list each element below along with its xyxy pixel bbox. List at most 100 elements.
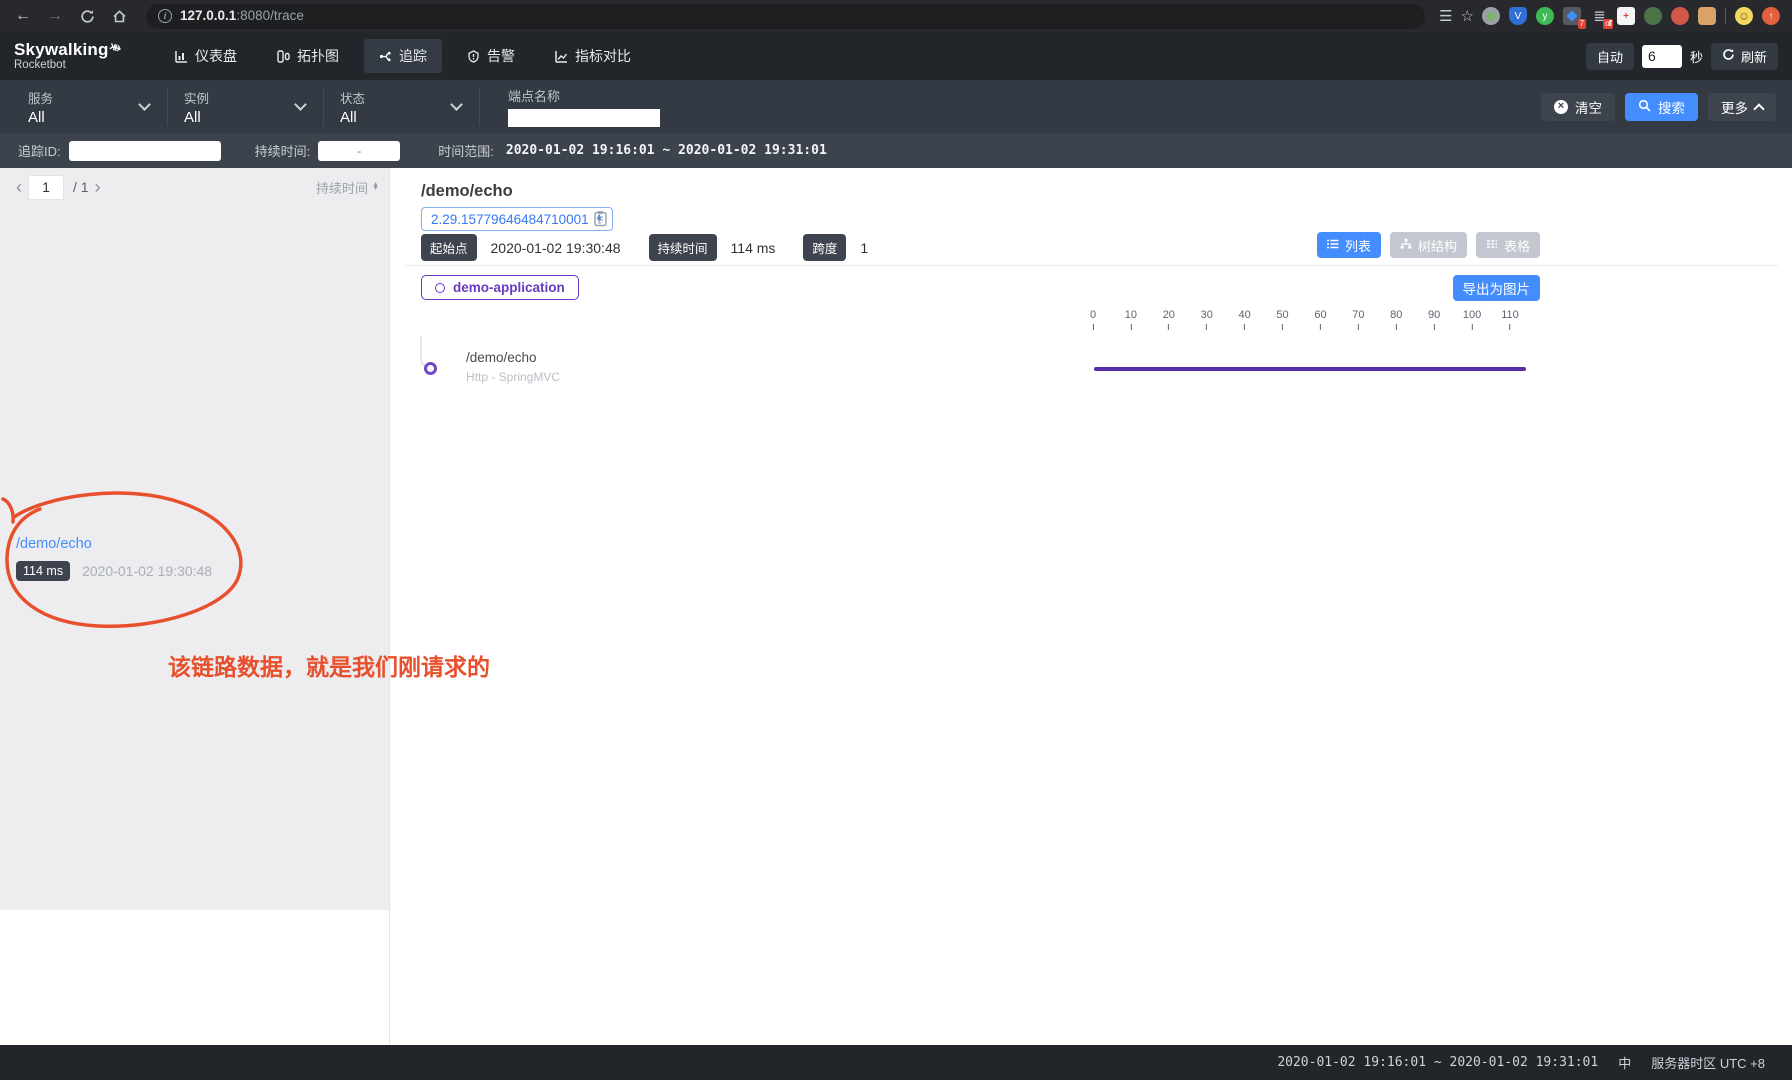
prev-page-icon[interactable]: ‹ [10,177,28,198]
extension-icon-2[interactable]: y [1536,7,1554,25]
nav-label: 拓扑图 [297,46,339,66]
start-badge: 起始点 [421,234,477,261]
trace-id-select[interactable]: 2.29.15779646484710001 ▲▼ [421,207,613,231]
extension-icon-8[interactable] [1698,7,1716,25]
spans-badge: 跨度 [803,234,846,261]
filter-actions: × 清空 搜索 更多 [1541,93,1776,121]
service-ring-icon [435,283,445,293]
language-toggle[interactable]: 中 [1618,1053,1631,1072]
nav-item-alarm[interactable]: 告警 [452,39,530,73]
axis-tick: 50 [1276,309,1288,330]
extension-icon-7[interactable] [1671,7,1689,25]
view-tree-button[interactable]: 树结构 [1390,232,1467,258]
span-name[interactable]: /demo/echo [466,350,537,365]
trace-icon [379,50,392,63]
copy-trace-id-icon[interactable] [593,210,608,232]
reader-mode-icon[interactable]: ☰ [1439,7,1451,25]
chevron-down-icon [138,98,151,111]
endpoint-label: 端点名称 [508,86,660,105]
server-timezone[interactable]: 服务器时区 UTC +8 [1651,1053,1765,1072]
span-bar-track [1094,367,1511,371]
address-bar[interactable]: i 127.0.0.1:8080/trace [146,4,1425,29]
view-table-button[interactable]: 表格 [1476,232,1540,258]
trace-detail-panel: /demo/echo 2.29.15779646484710001 ▲▼ 起始点… [390,168,1792,1045]
nav-label: 指标对比 [575,46,631,66]
trace-id-input[interactable] [69,141,221,161]
topology-icon [277,50,290,63]
logo-subtitle: Rocketbot [14,59,132,71]
extension-icon-1[interactable] [1482,7,1500,25]
service-select[interactable]: 服务 All [28,88,168,126]
trace-endpoint-link[interactable]: /demo/echo [16,536,373,552]
more-button[interactable]: 更多 [1708,93,1776,121]
nav-item-topology[interactable]: 拓扑图 [262,39,354,73]
trace-id-label: 追踪ID: [18,141,61,160]
filter-bar: 服务 All 实例 All 状态 All 端点名称 × 清空 搜索 更多 [0,80,1792,133]
footer-bar: 2020-01-02 19:16:01 ~ 2020-01-02 19:31:0… [0,1045,1792,1080]
extension-icon-5[interactable]: + [1617,7,1635,25]
instance-label: 实例 [184,88,296,107]
filter-bar-secondary: 追踪ID: 持续时间: 时间范围: 2020-01-02 19:16:01 ~ … [0,133,1792,168]
forward-icon[interactable]: → [42,3,68,29]
service-filter-button[interactable]: demo-application [421,275,579,300]
profile-avatar[interactable]: ☺ [1735,7,1753,25]
nav-label: 告警 [487,46,515,66]
trace-stats: 起始点 2020-01-02 19:30:48 持续时间 114 ms 跨度 1 [421,234,882,261]
dashboard-icon [175,50,188,63]
duration-stat-badge: 持续时间 [649,234,717,261]
duration-input[interactable] [318,141,400,161]
axis-tick: 10 [1125,309,1137,330]
export-image-button[interactable]: 导出为图片 [1453,275,1541,301]
back-icon[interactable]: ← [10,3,36,29]
duration-badge: 114 ms [16,561,70,581]
trace-list-item[interactable]: /demo/echo 114 ms 2020-01-02 19:30:48 [0,536,389,581]
endpoint-name-input[interactable] [508,109,660,127]
refresh-button[interactable]: 刷新 [1711,43,1778,70]
main-content: ‹ / 1 › 持续时间 ▲▼ /demo/echo 114 ms 2020-0… [0,168,1792,1045]
axis-tick: 100 [1463,309,1481,330]
time-range-value: 2020-01-02 19:16:01 ~ 2020-01-02 19:31:0… [506,143,827,158]
home-icon[interactable] [106,3,132,29]
spans-value: 1 [860,240,868,256]
view-list-button[interactable]: 列表 [1317,232,1381,258]
duration-stat-value: 114 ms [731,240,776,256]
axis-tick: 0 [1090,309,1096,330]
next-page-icon[interactable]: › [89,177,107,198]
tree-view-icon [1400,238,1412,253]
chevron-down-icon [294,98,307,111]
search-button[interactable]: 搜索 [1625,93,1698,121]
auto-refresh-button[interactable]: 自动 [1586,43,1634,70]
instance-select[interactable]: 实例 All [184,88,324,126]
status-select[interactable]: 状态 All [340,88,480,126]
page-info-icon[interactable]: i [158,9,172,23]
page-number-input[interactable] [28,175,64,200]
bookmark-star-icon[interactable]: ☆ [1461,7,1473,25]
clear-button[interactable]: × 清空 [1541,93,1615,121]
app-header: Skywalking⤕ Rocketbot 仪表盘 拓扑图 追踪 告警 指标对比… [0,32,1792,80]
axis-tick: 60 [1314,309,1326,330]
nav-item-metrics-compare[interactable]: 指标对比 [540,39,646,73]
nav-item-trace[interactable]: 追踪 [364,39,442,73]
trace-start-time: 2020-01-02 19:30:48 [82,563,212,579]
reload-icon[interactable] [74,3,100,29]
browser-chrome: ← → i 127.0.0.1:8080/trace ☰ ☆ V y 7 ≣of… [0,0,1792,32]
span-node-icon[interactable] [424,362,437,375]
axis-tick: 40 [1239,309,1251,330]
extension-icon-6[interactable] [1644,7,1662,25]
span-component: Http - SpringMVC [466,370,560,384]
trace-title: /demo/echo [421,182,513,201]
metrics-compare-icon [555,50,568,63]
axis-tick: 20 [1163,309,1175,330]
span-duration-bar[interactable] [1094,367,1526,371]
extension-icon-3[interactable]: 7 [1563,7,1581,25]
list-view-icon [1327,238,1339,253]
extension-icon-shield[interactable]: V [1509,7,1527,25]
nav-item-dashboard[interactable]: 仪表盘 [160,39,252,73]
instance-value: All [184,109,296,126]
update-icon[interactable]: ↑ [1762,7,1780,25]
view-switcher: 列表 树结构 表格 [1317,232,1540,258]
table-view-icon [1486,238,1498,253]
sort-by-duration[interactable]: 持续时间 ▲▼ [316,178,379,197]
extension-icon-4[interactable]: ≣off [1590,7,1608,25]
auto-interval-input[interactable] [1642,45,1682,68]
